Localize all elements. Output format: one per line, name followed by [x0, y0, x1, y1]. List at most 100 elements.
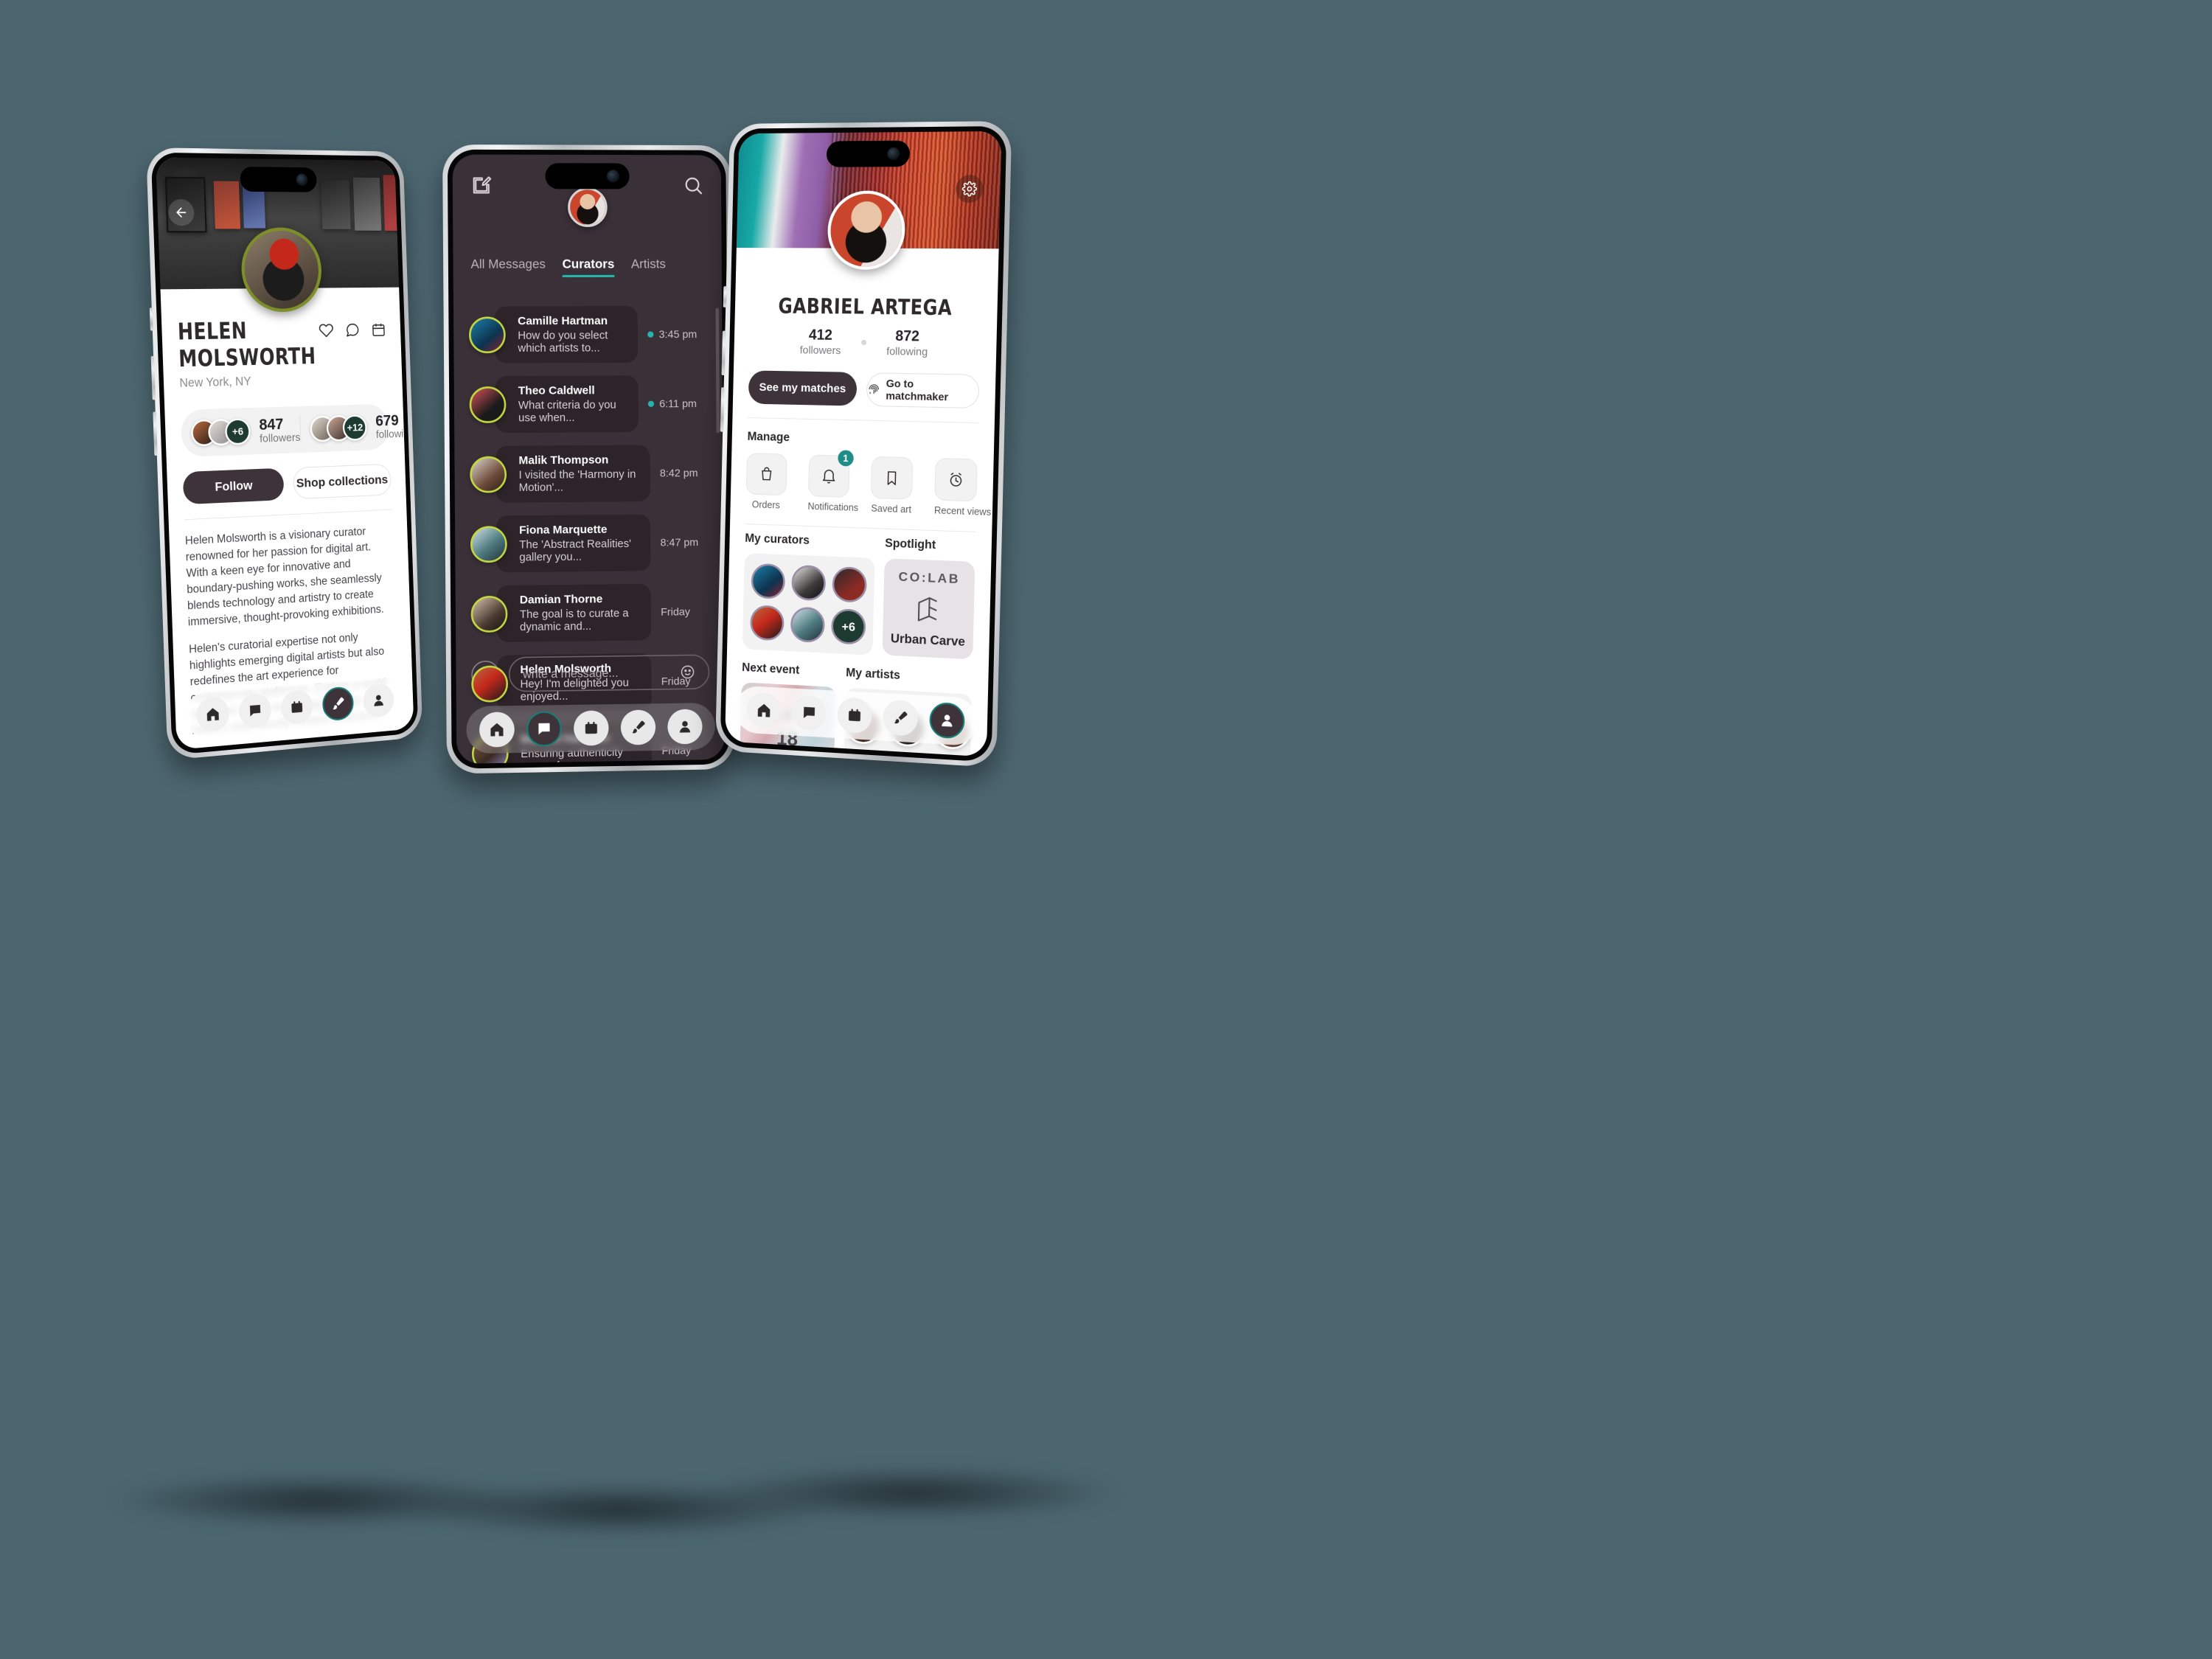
avatar — [469, 386, 507, 423]
message-row[interactable]: Fiona Marquette The 'Abstract Realities'… — [470, 514, 714, 573]
nav-messages-button[interactable] — [238, 692, 272, 729]
nav-events-button[interactable] — [280, 689, 313, 726]
avatar[interactable] — [832, 566, 867, 603]
person-icon — [942, 714, 953, 727]
nav-studio-button[interactable] — [883, 699, 919, 737]
unread-dot — [647, 331, 654, 338]
message-input-placeholder: write a message... — [523, 666, 619, 681]
phone1-profile-body: HELEN MOLSWORTH New York, NY +6 847 foll… — [160, 287, 414, 750]
avatar — [310, 415, 335, 442]
person-icon — [679, 720, 691, 733]
curators-spotlight-row: My curators +6 Spotlight CO:LAB Urban Ca… — [742, 531, 975, 660]
nav-events-button[interactable] — [574, 710, 609, 746]
compose-edit-icon[interactable] — [470, 174, 493, 196]
manage-item-recent-views[interactable]: Recent views — [934, 458, 991, 518]
phone1-mute-switch[interactable] — [149, 307, 153, 331]
brush-icon — [894, 711, 908, 724]
nav-messages-button[interactable] — [791, 694, 827, 731]
manage-item-notifications[interactable]: 1 Notifications — [807, 450, 858, 513]
manage-heading: Manage — [747, 429, 790, 444]
brush-icon — [333, 697, 344, 710]
manage-item-orders[interactable]: Orders — [745, 453, 787, 511]
message-row[interactable]: Malik Thompson I visited the 'Harmony in… — [470, 445, 713, 503]
avatar[interactable] — [750, 605, 785, 641]
profile-bio: Helen Molsworth is a visionary curator r… — [185, 522, 400, 739]
shop-collections-button[interactable]: Shop collections — [292, 463, 392, 500]
message-list-scrollbar[interactable] — [715, 307, 720, 434]
message-row[interactable]: Camille Hartman How do you select which … — [468, 306, 712, 364]
follow-button[interactable]: Follow — [182, 467, 285, 505]
nav-profile-button[interactable] — [667, 709, 703, 745]
nav-home-button[interactable] — [479, 712, 515, 748]
spotlight-section: Spotlight CO:LAB Urban Carve — [882, 536, 976, 660]
curator-avatar[interactable] — [240, 227, 323, 313]
message-time: 8:47 pm — [660, 536, 699, 549]
nav-messages-button[interactable] — [526, 711, 562, 747]
nav-profile-button[interactable] — [929, 701, 965, 740]
message-row[interactable]: Damian Thorne The goal is to curate a dy… — [470, 583, 714, 643]
comment-icon[interactable] — [345, 322, 361, 338]
tab-curators[interactable]: Curators — [563, 257, 615, 277]
fingerprint-icon — [867, 383, 881, 397]
profile-location: New York, NY — [179, 374, 252, 390]
spotlight-card[interactable]: CO:LAB Urban Carve — [882, 558, 975, 660]
message-input[interactable]: write a message... — [508, 654, 710, 692]
avatar — [471, 734, 509, 764]
avatar — [471, 665, 509, 703]
message-time: 6:11 pm — [659, 397, 697, 410]
phone1-perspective-wrapper: HELEN MOLSWORTH New York, NY +6 847 foll… — [146, 147, 441, 767]
avatar[interactable] — [791, 564, 827, 602]
following-label: following — [375, 427, 414, 441]
phone3-volume-up[interactable] — [721, 330, 726, 375]
notifications-badge: 1 — [838, 450, 854, 467]
message-row[interactable]: Theo Caldwell What criteria do you use w… — [469, 375, 712, 434]
following-stat[interactable]: 872 following — [886, 328, 928, 358]
following-overflow-count: +12 — [342, 414, 368, 442]
followers-stat[interactable]: +6 847 followers — [181, 415, 301, 448]
heart-icon[interactable] — [319, 322, 334, 338]
phone1-hero-gallery-image — [156, 157, 400, 290]
nav-events-button[interactable] — [837, 697, 872, 734]
plus-icon — [479, 668, 493, 682]
phone1-volume-up[interactable] — [150, 355, 156, 400]
search-icon[interactable] — [683, 175, 704, 196]
message-time: Friday — [661, 605, 691, 618]
nav-profile-button[interactable] — [362, 682, 394, 718]
curator-avatar-grid[interactable]: +6 — [742, 553, 875, 655]
manage-item-saved-art[interactable]: Saved art — [870, 456, 914, 515]
calendar-icon[interactable] — [371, 321, 386, 338]
phone3-mute-switch[interactable] — [723, 286, 727, 307]
alarm-clock-icon — [947, 470, 964, 489]
my-avatar[interactable] — [567, 187, 608, 227]
messages-tabs: All Messages Curators Artists — [470, 257, 704, 277]
avatar[interactable] — [751, 563, 786, 599]
message-sender: Fiona Marquette — [519, 523, 608, 537]
back-button[interactable] — [167, 198, 195, 226]
following-label: following — [886, 345, 928, 358]
smiley-icon[interactable] — [680, 664, 696, 681]
tab-artists[interactable]: Artists — [631, 257, 666, 277]
tab-all-messages[interactable]: All Messages — [470, 257, 546, 277]
add-attachment-button[interactable] — [471, 660, 500, 689]
followers-stat[interactable]: 412 followers — [800, 327, 842, 357]
message-row[interactable]: Marisol Hartman Ensuring authenticity co… — [471, 722, 715, 764]
message-preview: Hey! I'm delighted you enjoyed... — [520, 676, 629, 703]
go-to-matchmaker-button[interactable]: Go to matchmaker — [866, 372, 980, 409]
curators-overflow-count[interactable]: +6 — [830, 608, 866, 645]
see-my-matches-button[interactable]: See my matches — [748, 370, 858, 406]
phone3-volume-down[interactable] — [720, 387, 725, 432]
manage-tiles: Orders 1 Notifications Saved art Recent … — [745, 450, 991, 518]
nav-studio-button[interactable] — [620, 709, 656, 745]
chat-icon — [538, 723, 550, 735]
message-list[interactable]: Camille Hartman How do you select which … — [468, 306, 714, 764]
nav-studio-button[interactable] — [321, 686, 355, 722]
message-row[interactable]: Helen Molsworth Hey! I'm delighted you e… — [471, 653, 714, 712]
avatar — [470, 525, 507, 563]
phone1-volume-down[interactable] — [153, 411, 158, 456]
phone3-device: GABRIEL ARTEGA 412 followers 872 followi… — [715, 121, 1012, 768]
message-preview: I visited the 'Harmony in Motion'... — [518, 467, 636, 494]
nav-home-button[interactable] — [195, 695, 230, 733]
following-stat[interactable]: +12 679 following — [299, 411, 414, 444]
nav-home-button[interactable] — [746, 692, 782, 729]
avatar[interactable] — [790, 606, 825, 644]
